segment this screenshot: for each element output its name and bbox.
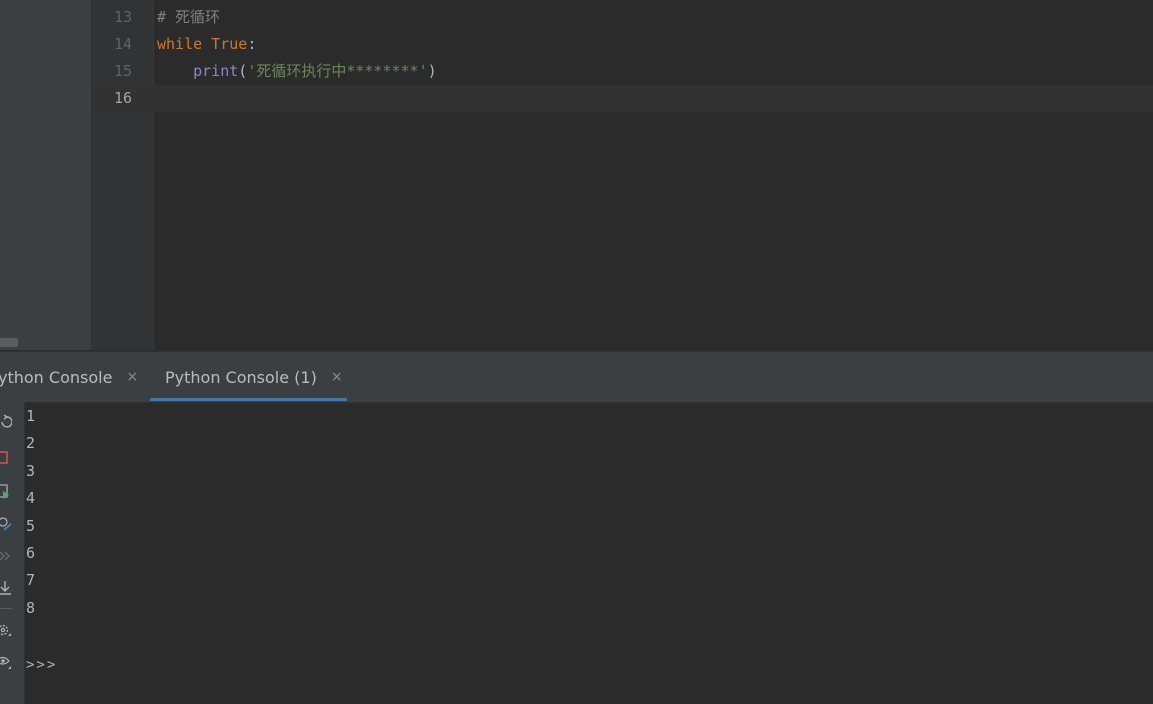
horizontal-scrollbar-thumb[interactable] — [0, 338, 18, 347]
console-output-line: 2 — [26, 434, 36, 453]
eye-icon[interactable] — [0, 654, 12, 670]
line-number-current: 16 — [113, 89, 132, 107]
double-chevron-icon[interactable] — [0, 548, 12, 564]
tab-python-console-1[interactable]: Python Console (1) × — [165, 352, 343, 402]
close-icon[interactable]: × — [126, 369, 138, 385]
console-input-prompt[interactable]: >>> — [26, 652, 57, 678]
code-line-14[interactable]: while True: — [157, 31, 256, 58]
tab-label: ython Console — [0, 367, 113, 387]
rerun-icon[interactable] — [0, 414, 12, 430]
close-icon[interactable]: × — [331, 369, 343, 385]
console-output-line: 3 — [26, 461, 36, 480]
project-panel-edge[interactable] — [0, 0, 92, 350]
builtin-print: print — [193, 62, 239, 80]
code-line-15[interactable]: print('死循环执行中********') — [157, 58, 437, 85]
attach-debugger-icon[interactable] — [0, 516, 12, 532]
code-line-13[interactable]: # 死循环 — [157, 4, 220, 31]
tab-label: Python Console (1) — [165, 367, 317, 387]
console-tab-bar: ython Console × Python Console (1) × — [0, 351, 1153, 403]
toolbar-separator — [0, 608, 12, 609]
keyword-while: while — [157, 35, 203, 53]
colon: : — [247, 35, 257, 53]
constant-true: True — [211, 35, 248, 53]
line-number: 14 — [113, 35, 132, 53]
gear-icon[interactable] — [0, 622, 12, 638]
open-paren: ( — [238, 62, 248, 80]
line-number: 15 — [113, 62, 132, 80]
console-output-line: 7 — [26, 571, 36, 590]
console-output-line: 8 — [26, 598, 36, 617]
console-output-line: 5 — [26, 516, 36, 535]
string-literal: '死循环执行中********' — [247, 62, 428, 80]
download-icon[interactable] — [0, 580, 12, 596]
console-output-line: 4 — [26, 489, 36, 508]
console-output-line: 1 — [26, 407, 36, 425]
stop-icon[interactable] — [0, 450, 12, 466]
line-number: 13 — [113, 8, 132, 26]
console-toolbar — [0, 402, 25, 704]
console-output-line: 6 — [26, 544, 36, 562]
code-comment: # 死循环 — [157, 8, 221, 26]
tab-python-console[interactable]: ython Console × — [0, 352, 138, 402]
active-tab-indicator — [150, 398, 347, 401]
current-line-highlight — [92, 85, 1153, 112]
execute-selection-icon[interactable] — [0, 484, 12, 500]
close-paren: ) — [427, 62, 437, 80]
code-editor[interactable] — [154, 0, 1153, 350]
